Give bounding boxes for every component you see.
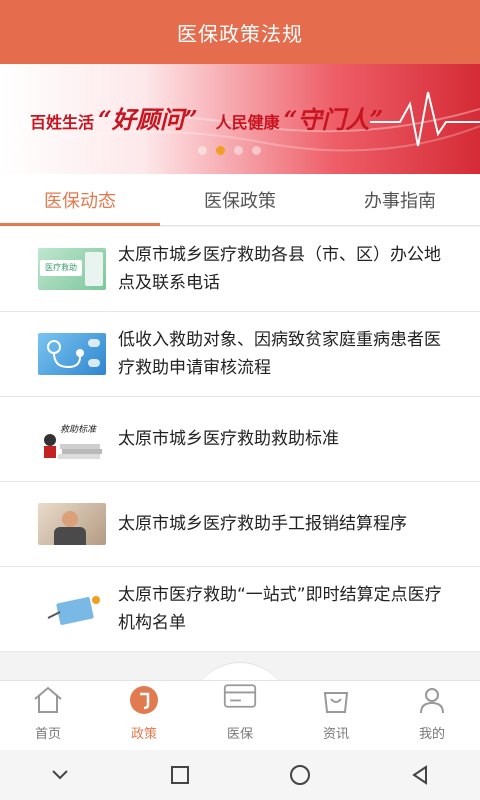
card-icon (223, 681, 257, 711)
list-item[interactable]: 医疗救助 太原市城乡医疗救助各县（市、区）办公地点及联系电话 (0, 227, 480, 312)
nav-label: 政策 (130, 727, 157, 742)
banner-quote-1: “好顾问” (98, 105, 198, 134)
tab-service-guide[interactable]: 办事指南 (320, 174, 480, 225)
tab-medical-news[interactable]: 医保动态 (0, 174, 160, 226)
nav-item-profile[interactable]: 我的 (384, 681, 480, 750)
thumbnail-label: 医疗救助 (40, 260, 82, 276)
banner-text-2: 人民健康 (215, 113, 280, 132)
shelf-graphic (85, 252, 103, 286)
chevron-down-icon[interactable] (0, 750, 120, 800)
article-thumbnail: 医疗救助 (38, 248, 106, 290)
nav-label: 首页 (34, 727, 61, 742)
home-circle-icon[interactable] (240, 750, 360, 800)
promo-banner[interactable]: 百姓生活 “好顾问” 人民健康 “守门人” (0, 64, 480, 174)
banner-slogan: 百姓生活 “好顾问” 人民健康 “守门人” (30, 100, 387, 135)
person-photo-body (54, 527, 86, 545)
system-nav-bar (0, 750, 480, 800)
list-item[interactable]: 太原市城乡医疗救助手工报销结算程序 (0, 482, 480, 567)
tab-medical-policy[interactable]: 医保政策 (160, 174, 320, 225)
person-icon (415, 683, 449, 717)
home-icon (31, 683, 65, 717)
list-item[interactable]: 低收入救助对象、因病致贫家庭重病患者医疗救助申请审核流程 (0, 312, 480, 397)
carousel-dot[interactable] (252, 146, 261, 155)
policy-icon (127, 683, 161, 717)
carousel-dots (198, 146, 261, 155)
recent-apps-icon[interactable] (120, 750, 240, 800)
nav-label: 医保 (226, 727, 253, 742)
bottom-nav: 首页 政策 医保 资讯 我的 (0, 680, 480, 750)
nav-item-policy[interactable]: 政策 (96, 681, 192, 750)
article-thumbnail (38, 588, 106, 630)
list-item[interactable]: 救助标准 太原市城乡医疗救助救助标准 (0, 397, 480, 482)
page-title: 医保政策法规 (177, 21, 303, 46)
banner-text-1: 百姓生活 (30, 113, 95, 132)
nav-label: 资讯 (322, 727, 349, 742)
article-thumbnail (38, 503, 106, 545)
nav-label: 我的 (418, 727, 445, 742)
person-photo-head (62, 511, 78, 527)
article-title: 太原市城乡医疗救助救助标准 (118, 429, 339, 449)
stethoscope-icon (47, 339, 100, 369)
article-thumbnail: 救助标准 (38, 418, 106, 460)
carousel-dot-active[interactable] (216, 146, 225, 155)
thumbnail-label: 救助标准 (60, 425, 97, 435)
nav-item-insurance[interactable]: 医保 (192, 681, 288, 750)
article-thumbnail (38, 333, 106, 375)
nav-item-news[interactable]: 资讯 (288, 681, 384, 750)
article-title: 太原市医疗救助“一站式”即时结算定点医疗机构名单 (118, 585, 442, 633)
nav-item-home[interactable]: 首页 (0, 681, 96, 750)
back-icon[interactable] (360, 750, 480, 800)
article-title: 低收入救助对象、因病致贫家庭重病患者医疗救助申请审核流程 (118, 330, 441, 378)
category-tabs: 医保动态 医保政策 办事指南 (0, 174, 480, 226)
article-title: 太原市城乡医疗救助各县（市、区）办公地点及联系电话 (118, 245, 441, 293)
banner-quote-2: “守门人” (283, 105, 384, 134)
app-header: 医保政策法规 (0, 0, 480, 64)
list-item[interactable]: 太原市医疗救助“一站式”即时结算定点医疗机构名单 (0, 567, 480, 652)
article-list: 医疗救助 太原市城乡医疗救助各县（市、区）办公地点及联系电话 低收入救助对象、因… (0, 227, 480, 652)
article-title: 太原市城乡医疗救助手工报销结算程序 (118, 514, 407, 534)
carousel-dot[interactable] (198, 146, 207, 155)
carousel-dot[interactable] (234, 146, 243, 155)
medical-card-icon (47, 596, 100, 625)
bag-icon (319, 683, 353, 717)
